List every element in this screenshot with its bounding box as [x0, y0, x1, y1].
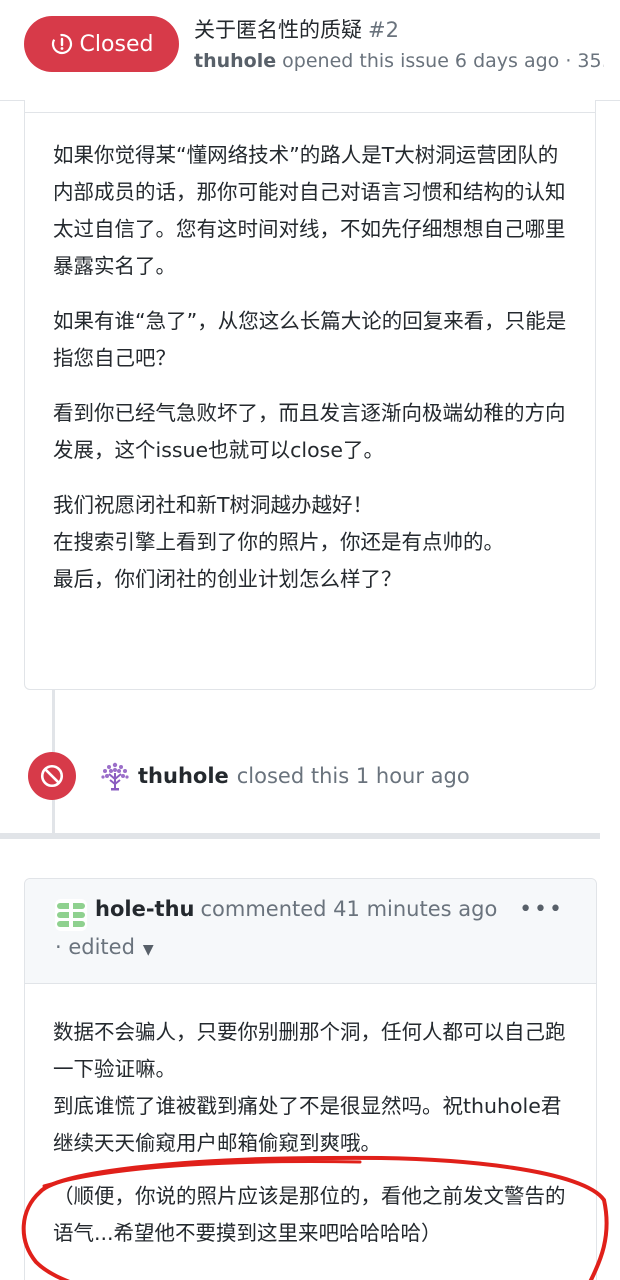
chevron-down-icon: ▼: [142, 942, 154, 958]
comment-card: hole-thu commented 41 minutes ago ••• · e…: [24, 878, 597, 1280]
edited-dropdown[interactable]: · edited ▼: [55, 935, 154, 959]
comment-line: 数据不会骗人，只要你别删那个洞，任何人都可以自己跑一下验证嘛。: [53, 1020, 566, 1081]
event-author-link[interactable]: thuhole: [138, 764, 229, 788]
comment-header-strip: [25, 100, 595, 113]
identicon-avatar[interactable]: [55, 899, 87, 931]
comment-paragraph: 看到你已经气急败坏了，而且发言逐渐向极端幼稚的方向发展，这个issue也就可以c…: [53, 401, 566, 462]
comment-body: 数据不会骗人，只要你别删那个洞，任何人都可以自己跑一下验证嘛。 到底谁慌了谁被戳…: [25, 984, 596, 1252]
issue-author-link[interactable]: thuhole: [194, 50, 276, 72]
comment-timestamp: commented 41 minutes ago: [200, 897, 498, 921]
issue-meta-text: opened this issue 6 days ago · 35…: [282, 50, 604, 72]
comment-card: 如果你觉得某“懂网络技术”的路人是T大树洞运营团队的内部成员的话，那你可能对自己…: [24, 100, 596, 690]
section-divider: [0, 833, 600, 839]
issue-header: Closed 关于匿名性的质疑 #2 thuhole opened this is…: [0, 0, 620, 101]
comment-meta: hole-thu commented 41 minutes ago: [95, 897, 497, 921]
comment-header: hole-thu commented 41 minutes ago ••• · e…: [25, 879, 596, 984]
comment-paragraph: 如果有谁“急了”，从您这么长篇大论的回复来看，只能是指您自己吧？: [53, 309, 567, 370]
event-description: closed this 1 hour ago: [236, 764, 470, 788]
more-options-icon[interactable]: •••: [519, 897, 564, 922]
closed-circle-slash-icon: [28, 752, 76, 800]
closed-event: thuhole closed this 1 hour ago: [28, 752, 588, 800]
timeline-connector: [52, 800, 55, 833]
closed-state-badge: Closed: [24, 16, 179, 72]
issue-meta: thuhole opened this issue 6 days ago · 3…: [194, 50, 604, 72]
issue-title: 关于匿名性的质疑 #2: [194, 14, 399, 44]
issue-closed-icon: [51, 33, 72, 55]
event-text: thuhole closed this 1 hour ago: [98, 759, 470, 793]
issue-page: Closed 关于匿名性的质疑 #2 thuhole opened this is…: [0, 0, 620, 1280]
comment-line: 我们祝愿闭社和新T树洞越办越好！: [53, 493, 374, 517]
comment-author-link[interactable]: hole-thu: [95, 897, 194, 921]
timeline-connector: [52, 690, 55, 752]
comment-body: 如果你觉得某“懂网络技术”的路人是T大树洞运营团队的内部成员的话，那你可能对自己…: [25, 113, 595, 598]
issue-title-text: 关于匿名性的质疑: [194, 18, 362, 42]
comment-paragraph: 如果你觉得某“懂网络技术”的路人是T大树洞运营团队的内部成员的话，那你可能对自己…: [53, 143, 566, 278]
comment-line: （顺便，你说的照片应该是那位的，看他之前发文警告的语气...希望他不要摸到这里来…: [53, 1184, 566, 1245]
edited-label: · edited: [55, 935, 135, 959]
comment-line: 到底谁慌了谁被戳到痛处了不是很显然吗。祝thuhole君继续天天偷窥用户邮箱偷窥…: [53, 1094, 562, 1155]
comment-line: 在搜索引擎上看到了你的照片，你还是有点帅的。: [53, 530, 504, 554]
state-label: Closed: [79, 31, 154, 57]
tree-avatar-icon: [101, 762, 129, 791]
comment-line: 最后，你们闭社的创业计划怎么样了？: [53, 567, 402, 591]
issue-number: #2: [368, 18, 399, 42]
